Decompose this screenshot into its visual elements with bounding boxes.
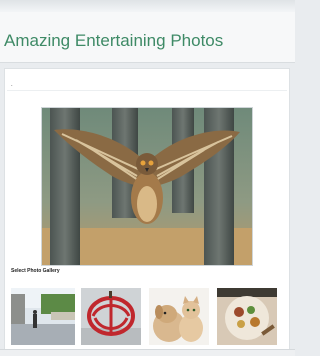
- main-photo-owl[interactable]: [41, 107, 253, 266]
- thumbnail-street[interactable]: [11, 288, 75, 345]
- panel-heading: .: [11, 82, 13, 88]
- site-title[interactable]: Amazing Entertaining Photos: [4, 31, 223, 51]
- thumbnail-puppy-and-kitten[interactable]: [149, 288, 209, 345]
- panel-divider: [7, 90, 287, 91]
- gallery-label: Select Photo Gallery: [11, 268, 60, 274]
- content-panel: . Select Photo Gallery: [4, 68, 290, 356]
- browser-top-strip: [0, 0, 295, 12]
- site-header: Amazing Entertaining Photos: [0, 12, 295, 63]
- thumbnail-food-platter[interactable]: [217, 288, 277, 345]
- thumbnail-apple-sculpture[interactable]: [81, 288, 141, 345]
